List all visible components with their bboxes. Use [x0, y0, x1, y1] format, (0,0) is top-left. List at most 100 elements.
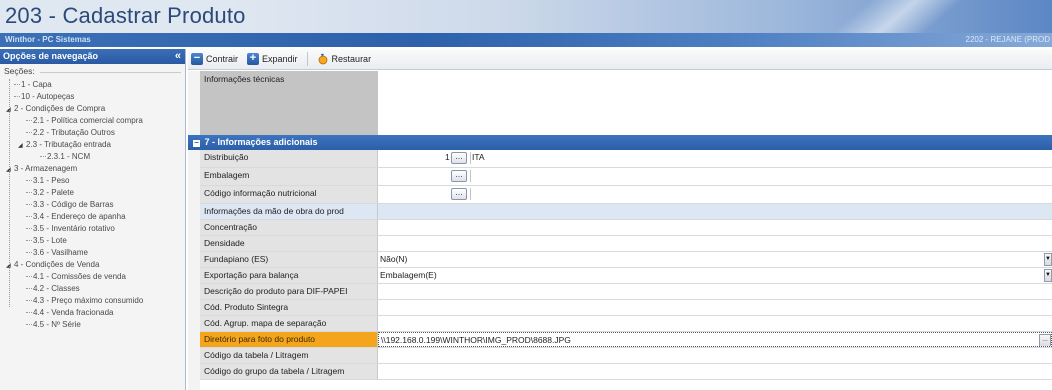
property-label: Informações da mão de obra do prod	[200, 204, 378, 219]
tree-item-10-autopecas[interactable]: 10 - Autopeças	[0, 91, 185, 103]
technical-info-field[interactable]	[378, 71, 1052, 135]
navigation-header-label: Opções de navegação	[3, 51, 99, 61]
tree-item-3-3-codigo-de-barras[interactable]: 3.3 - Código de Barras	[0, 199, 185, 211]
collapse-button[interactable]: − Contrair	[191, 53, 238, 65]
tree-item-label: 3.3 - Código de Barras	[33, 200, 114, 209]
tree-connector	[26, 132, 32, 134]
property-value-field[interactable]	[378, 284, 1052, 299]
technical-info-label: Informações técnicas	[200, 71, 378, 135]
tree-item-3-5-lote[interactable]: 3.5 - Lote	[0, 235, 185, 247]
collapse-panel-icon[interactable]: «	[175, 49, 181, 63]
property-value-field[interactable]	[378, 300, 1052, 315]
lookup-ellipsis-button[interactable]: …	[451, 170, 467, 182]
tree-item-2-2-tributacao-outros[interactable]: 2.2 - Tributação Outros	[0, 127, 185, 139]
property-label: Descrição do produto para DIF-PAPEI	[200, 284, 378, 299]
property-value-field[interactable]: \\192.168.0.199\WINTHOR\IMG_PROD\8688.JP…	[378, 332, 1052, 347]
property-label: Cód. Produto Sintegra	[200, 300, 378, 315]
tree-item-3-2-palete[interactable]: 3.2 - Palete	[0, 187, 185, 199]
property-rows: Distribuição 1… ITA Embalagem… Código inform…	[200, 150, 1052, 380]
restore-icon	[317, 53, 329, 65]
lookup-description: ITA	[472, 152, 485, 162]
navigation-header: Opções de navegação «	[0, 49, 185, 64]
tree-item-label: 4 - Condições de Venda	[14, 260, 100, 269]
title-bar-band	[0, 33, 1052, 47]
category-header[interactable]: − 7 - Informações adicionais	[188, 135, 1052, 150]
tree-item-2-condicoes-de-compra[interactable]: ◢ 2 - Condições de Compra	[0, 103, 185, 115]
collapse-label: Contrair	[206, 54, 239, 64]
property-row-descricao-do-produto-para-dif-papei: Descrição do produto para DIF-PAPEI	[200, 284, 1052, 300]
property-label: Diretório para foto do produto	[200, 332, 378, 347]
tree-item-4-2-classes[interactable]: 4.2 - Classes	[0, 283, 185, 295]
property-label: Cód. Agrup. mapa de separação	[200, 316, 378, 331]
lookup-separator	[470, 152, 471, 164]
property-value-field[interactable]: …	[378, 168, 1052, 185]
property-row-informacoes-da-mao-de-obra-do-prod: Informações da mão de obra do prod	[200, 204, 1052, 220]
browse-ellipsis-button[interactable]: …	[1039, 334, 1051, 346]
navigation-panel: Opções de navegação « Seções: 1 - Capa 10…	[0, 49, 186, 390]
lookup-separator	[470, 188, 471, 200]
title-bar: 203 - Cadastrar Produto Winthor - PC Sis…	[0, 0, 1052, 47]
tree-item-3-1-peso[interactable]: 3.1 - Peso	[0, 175, 185, 187]
property-value-field[interactable]	[378, 316, 1052, 331]
lookup-code: 1	[445, 152, 450, 162]
property-value-field[interactable]	[378, 204, 1052, 219]
property-label: Densidade	[200, 236, 378, 251]
tree-item-1-capa[interactable]: 1 - Capa	[0, 79, 185, 91]
tree-connector	[26, 300, 32, 302]
toolbar: − Contrair + Expandir Restaurar	[188, 49, 1052, 70]
tree-item-4-3-preco-maximo-consumido[interactable]: 4.3 - Preço máximo consumido	[0, 295, 185, 307]
user-label: 2202 - REJANE (PROD	[965, 35, 1050, 44]
tree-item-label: 3.6 - Vasilhame	[33, 248, 88, 257]
tree-item-3-armazenagem[interactable]: ◢ 3 - Armazenagem	[0, 163, 185, 175]
tree-item-label: 2.3 - Tributação entrada	[26, 140, 111, 149]
property-value-field[interactable]	[378, 236, 1052, 251]
tree-item-3-6-vasilhame[interactable]: 3.6 - Vasilhame	[0, 247, 185, 259]
tree-connector	[26, 180, 32, 182]
toolbar-separator	[306, 52, 308, 66]
tree-item-label: 2.2 - Tributação Outros	[33, 128, 115, 137]
tree-connector	[26, 312, 32, 314]
property-row-cod-produto-sintegra: Cód. Produto Sintegra	[200, 300, 1052, 316]
collapse-category-icon[interactable]: −	[193, 139, 200, 147]
property-value-field[interactable]: …	[378, 186, 1052, 203]
tree-item-4-5-n-serie[interactable]: 4.5 - Nº Série	[0, 319, 185, 331]
tree-item-4-1-comissoes-de-venda[interactable]: 4.1 - Comissões de venda	[0, 271, 185, 283]
restore-label: Restaurar	[331, 54, 372, 64]
window-title: 203 - Cadastrar Produto	[5, 3, 246, 28]
property-row-embalagem: Embalagem…	[200, 168, 1052, 186]
lookup-ellipsis-button[interactable]: …	[451, 152, 467, 164]
dropdown-arrow-icon[interactable]: ▼	[1044, 269, 1052, 282]
tree-connector	[26, 204, 32, 206]
tree-item-label: 1 - Capa	[21, 80, 52, 89]
dropdown-arrow-icon[interactable]: ▼	[1044, 253, 1052, 266]
sections-label: Seções:	[0, 64, 185, 79]
property-value-field[interactable]	[378, 348, 1052, 363]
tree-item-2-3-1-ncm[interactable]: 2.3.1 - NCM	[0, 151, 185, 163]
tree-connector	[26, 276, 32, 278]
tree-item-3-4-endereco-de-apanha[interactable]: 3.4 - Endereço de apanha	[0, 211, 185, 223]
property-value-field[interactable]: Não(N) ▼	[378, 252, 1052, 267]
lookup-ellipsis-button[interactable]: …	[451, 188, 467, 200]
property-row-concentracao: Concentração	[200, 220, 1052, 236]
tree-item-label: 10 - Autopeças	[21, 92, 75, 101]
property-value-field[interactable]: 1… ITA	[378, 150, 1052, 167]
property-row-codigo-da-tabela-litragem: Código da tabela / Litragem	[200, 348, 1052, 364]
property-label: Exportação para balança	[200, 268, 378, 283]
tree-item-4-4-venda-fracionada[interactable]: 4.4 - Venda fracionada	[0, 307, 185, 319]
property-label: Fundapiano (ES)	[200, 252, 378, 267]
property-value-field[interactable]	[378, 364, 1052, 379]
property-value-field[interactable]	[378, 220, 1052, 235]
tree-item-2-3-tributacao-entrada[interactable]: ◢ 2.3 - Tributação entrada	[0, 139, 185, 151]
expand-button[interactable]: + Expandir	[247, 53, 298, 65]
property-value-field[interactable]: Embalagem(E) ▼	[378, 268, 1052, 283]
restore-button[interactable]: Restaurar	[317, 53, 372, 65]
property-row-cod-agrup-mapa-de-separacao: Cód. Agrup. mapa de separação	[200, 316, 1052, 332]
tree-item-4-condicoes-de-venda[interactable]: ◢ 4 - Condições de Venda	[0, 259, 185, 271]
tree-item-2-1-politica-comercial-compra[interactable]: 2.1 - Política comercial compra	[0, 115, 185, 127]
tree-item-label: 4.3 - Preço máximo consumido	[33, 296, 144, 305]
technical-info-row: Informações técnicas	[200, 71, 1052, 135]
tree-item-3-5-inventario-rotativo[interactable]: 3.5 - Inventário rotativo	[0, 223, 185, 235]
tree-item-label: 2 - Condições de Compra	[14, 104, 106, 113]
category-title: 7 - Informações adicionais	[204, 137, 318, 147]
property-row-diretorio-para-foto-do-produto: Diretório para foto do produto \\192.168.…	[200, 332, 1052, 348]
